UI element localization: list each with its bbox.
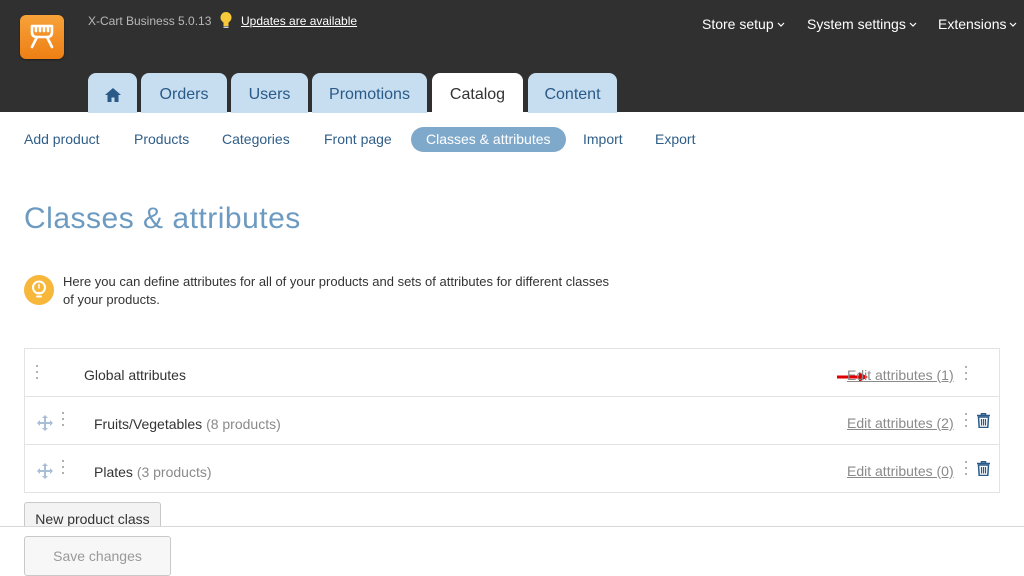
chevron-down-icon (777, 15, 785, 31)
page-title: Classes & attributes (24, 202, 301, 235)
drag-dots-icon (61, 460, 65, 478)
tab-orders[interactable]: Orders (141, 73, 227, 113)
menu-label: Store setup (702, 16, 774, 32)
class-name: Fruits/Vegetables (8 products) (94, 416, 281, 432)
subnav-export[interactable]: Export (655, 131, 695, 149)
tab-users[interactable]: Users (231, 73, 308, 113)
more-options-icon[interactable] (964, 413, 968, 431)
trash-icon[interactable] (977, 413, 990, 433)
tab-home[interactable] (88, 73, 137, 113)
menu-extensions[interactable]: Extensions (938, 15, 1017, 33)
subnav-import[interactable]: Import (583, 131, 623, 149)
class-name: Plates (3 products) (94, 464, 212, 480)
menu-system-settings[interactable]: System settings (807, 15, 917, 33)
more-options-icon[interactable] (964, 366, 968, 384)
subnav-add-product[interactable]: Add product (24, 131, 100, 149)
subnav-front-page[interactable]: Front page (324, 131, 392, 149)
updates-link[interactable]: Updates are available (241, 14, 357, 28)
chevron-down-icon (1009, 15, 1017, 31)
edit-attributes-link[interactable]: Edit attributes (2) (847, 415, 954, 431)
edit-attributes-link[interactable]: Edit attributes (0) (847, 463, 954, 479)
menu-label: System settings (807, 16, 906, 32)
lightbulb-icon (219, 11, 233, 34)
more-options-icon[interactable] (964, 461, 968, 479)
home-icon (105, 88, 121, 102)
subnav-categories[interactable]: Categories (222, 131, 290, 149)
drag-dots-icon (35, 365, 39, 383)
move-icon[interactable] (37, 463, 53, 484)
menu-label: Extensions (938, 16, 1007, 32)
lightbulb-icon (24, 275, 54, 305)
subnav-products[interactable]: Products (134, 131, 189, 149)
tab-content[interactable]: Content (528, 73, 617, 113)
drag-dots-icon (61, 412, 65, 430)
save-changes-button[interactable]: Save changes (24, 536, 171, 576)
classes-table: Global attributes Edit attributes (1) Fr… (24, 348, 1000, 493)
product-count: (8 products) (206, 416, 281, 432)
xcart-logo[interactable] (20, 15, 64, 59)
trash-icon[interactable] (977, 461, 990, 481)
table-row: Plates (3 products) Edit attributes (0) (25, 445, 999, 493)
table-row: Fruits/Vegetables (8 products) Edit attr… (25, 397, 999, 445)
tab-catalog[interactable]: Catalog (432, 73, 523, 113)
table-row: Global attributes Edit attributes (1) (25, 349, 999, 397)
info-text: Here you can define attributes for all o… (63, 274, 610, 307)
edit-attributes-link[interactable]: Edit attributes (1) (847, 367, 954, 383)
menu-store-setup[interactable]: Store setup (702, 15, 785, 33)
version-label: X-Cart Business 5.0.13 (88, 14, 212, 28)
top-bar: X-Cart Business 5.0.13 Updates are avail… (0, 0, 1024, 113)
tab-promotions[interactable]: Promotions (312, 73, 427, 113)
move-icon[interactable] (37, 415, 53, 436)
class-name: Global attributes (84, 367, 186, 383)
subnav-classes-attributes[interactable]: Classes & attributes (411, 127, 566, 152)
chevron-down-icon (909, 15, 917, 31)
product-count: (3 products) (136, 464, 212, 480)
